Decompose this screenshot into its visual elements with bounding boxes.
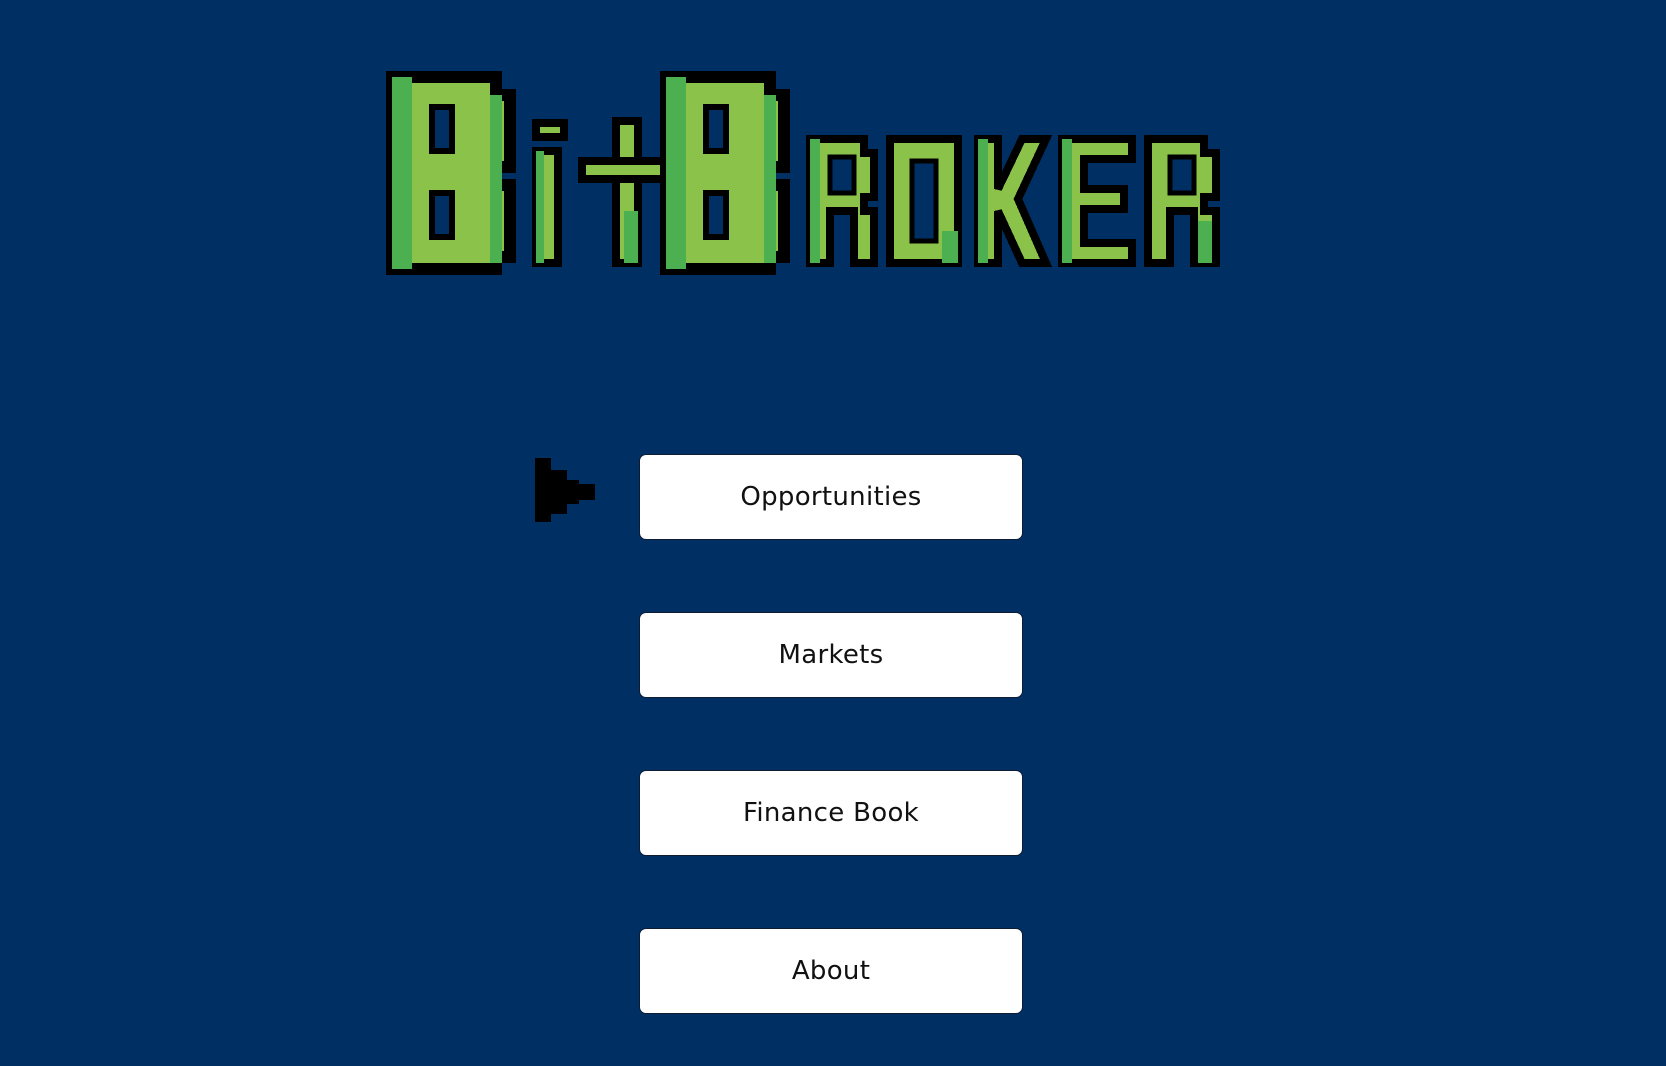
logo-letter-t-bar <box>578 157 672 183</box>
logo-letter-o-hole <box>909 158 939 244</box>
opportunities-button[interactable]: Opportunities <box>639 454 1023 540</box>
logo-letter-b1-hole-top <box>429 104 455 154</box>
logo-letter-i-dot <box>532 119 568 141</box>
logo-letter-b2-hole-top <box>703 104 729 154</box>
logo-letter-k <box>974 135 1053 267</box>
about-button[interactable]: About <box>639 928 1023 1014</box>
logo-letter-r2-shade <box>1198 221 1212 263</box>
logo-letter-k-shade <box>978 139 988 263</box>
logo-letter-t-shade <box>624 211 638 263</box>
markets-button[interactable]: Markets <box>639 612 1023 698</box>
finance-book-button[interactable]: Finance Book <box>639 770 1023 856</box>
logo-letter-b2-shade <box>666 77 686 269</box>
logo-letter-o-shade <box>942 231 958 263</box>
bitbroker-logo <box>386 71 1220 275</box>
logo-letter-b2-hole-bottom <box>703 190 729 240</box>
logo-letter-e <box>1058 135 1136 267</box>
opportunities-button-label: Opportunities <box>740 482 922 512</box>
logo-letter-r-hole <box>827 154 857 196</box>
markets-button-label: Markets <box>778 640 884 670</box>
finance-book-button-label: Finance Book <box>742 798 920 828</box>
logo-letter-b2-shade-right <box>764 95 776 263</box>
about-button-label: About <box>791 956 871 986</box>
logo-letter-e-shade <box>1062 139 1072 263</box>
logo-letter-r-shade <box>810 139 820 263</box>
selector-arrow-icon <box>535 458 595 522</box>
logo-letter-b1-shade <box>392 77 412 269</box>
logo-letter-i-shade <box>536 151 544 263</box>
logo-letter-b1-hole-bottom <box>429 190 455 240</box>
logo-letter-b1-shade-right <box>490 95 502 263</box>
logo-letter-r2-hole <box>1167 154 1197 196</box>
